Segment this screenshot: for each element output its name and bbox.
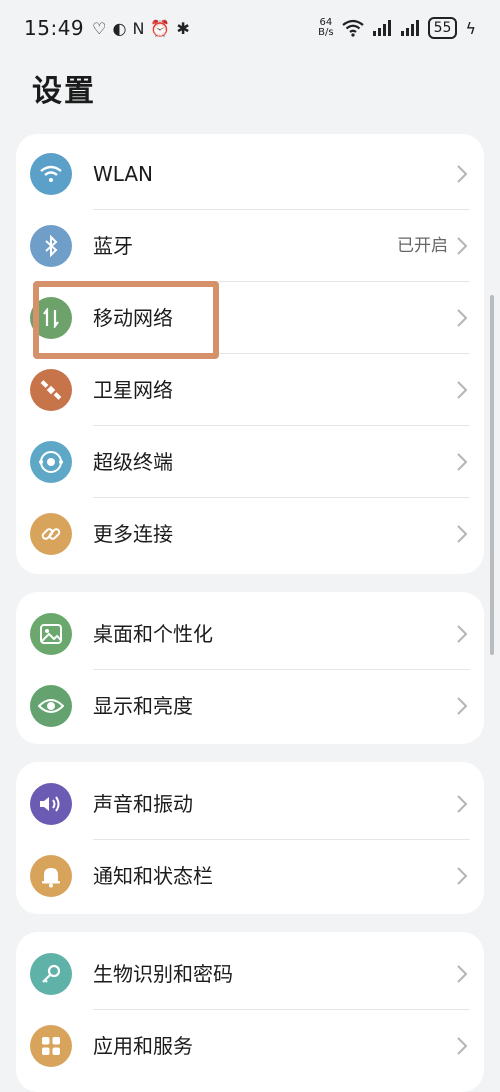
settings-item-wlan[interactable]: WLAN — [16, 138, 484, 210]
settings-group-display: 桌面和个性化 显示和亮度 — [16, 592, 484, 744]
status-right: 64 B/s 55 ϟ — [318, 17, 476, 39]
chevron-right-icon — [457, 381, 468, 399]
chevron-right-icon — [457, 309, 468, 327]
settings-item-label: 通知和状态栏 — [93, 864, 213, 888]
settings-item-label: 生物识别和密码 — [93, 962, 233, 986]
chevron-right-icon — [457, 525, 468, 543]
chevron-right-icon — [457, 1037, 468, 1055]
network-speed: 64 B/s — [318, 18, 333, 38]
settings-item-satellite-network[interactable]: 卫星网络 — [16, 354, 484, 426]
settings-item-notifications-status-bar[interactable]: 通知和状态栏 — [16, 840, 484, 912]
chevron-right-icon — [457, 453, 468, 471]
settings-item-mobile-network[interactable]: 移动网络 — [16, 282, 484, 354]
bluetooth-icon — [30, 225, 72, 267]
bluetooth-status-value: 已开启 — [397, 236, 448, 256]
notification-icons: ♡ ◐ N ⏰ ✱ — [92, 19, 190, 38]
battery-level: 55 — [427, 17, 458, 39]
bluetooth-status-icon: ✱ — [176, 18, 190, 38]
settings-item-super-device[interactable]: 超级终端 — [16, 426, 484, 498]
charging-icon: ϟ — [465, 18, 476, 38]
app-notification-icon: ◐ — [112, 18, 127, 38]
chevron-right-icon — [457, 795, 468, 813]
settings-item-label: WLAN — [93, 162, 154, 186]
settings-item-label: 显示和亮度 — [93, 694, 193, 718]
satellite-icon — [30, 369, 72, 411]
settings-item-label: 更多连接 — [93, 522, 173, 546]
alarm-icon: ⏰ — [150, 18, 171, 38]
settings-item-biometrics-password[interactable]: 生物识别和密码 — [16, 938, 484, 1010]
wifi-status-icon — [341, 19, 364, 37]
nfc-icon: N — [132, 18, 145, 38]
mobile-data-icon — [30, 297, 72, 339]
scrollbar[interactable] — [490, 295, 494, 655]
chevron-right-icon — [457, 165, 468, 183]
signal-icon-sim2 — [400, 20, 419, 36]
status-bar: 15:49 ♡ ◐ N ⏰ ✱ 64 B/s 55 ϟ — [0, 0, 500, 56]
chevron-right-icon — [457, 237, 468, 255]
settings-item-label: 声音和振动 — [93, 792, 193, 816]
network-speed-unit: B/s — [318, 27, 334, 38]
settings-item-sound-vibration[interactable]: 声音和振动 — [16, 768, 484, 840]
settings-item-label: 桌面和个性化 — [93, 622, 213, 646]
chevron-right-icon — [457, 697, 468, 715]
settings-item-bluetooth[interactable]: 蓝牙 已开启 — [16, 210, 484, 282]
settings-item-label: 移动网络 — [93, 306, 173, 330]
settings-item-label: 应用和服务 — [93, 1034, 193, 1058]
key-icon — [30, 953, 72, 995]
settings-item-home-screen-personalization[interactable]: 桌面和个性化 — [16, 598, 484, 670]
settings-item-apps-services[interactable]: 应用和服务 — [16, 1010, 484, 1082]
eye-icon — [30, 685, 72, 727]
chevron-right-icon — [457, 625, 468, 643]
signal-icon-sim1 — [372, 20, 391, 36]
chevron-right-icon — [457, 867, 468, 885]
settings-item-display-brightness[interactable]: 显示和亮度 — [16, 670, 484, 742]
wifi-icon — [30, 153, 72, 195]
chevron-right-icon — [457, 965, 468, 983]
settings-group-security-apps: 生物识别和密码 应用和服务 — [16, 932, 484, 1092]
status-time: 15:49 — [24, 16, 85, 40]
status-left: 15:49 ♡ ◐ N ⏰ ✱ — [24, 16, 190, 40]
apps-grid-icon — [30, 1025, 72, 1067]
link-icon — [30, 513, 72, 555]
settings-item-more-connections[interactable]: 更多连接 — [16, 498, 484, 570]
page-title: 设置 — [32, 74, 96, 109]
settings-group-connectivity: WLAN 蓝牙 已开启 移动网络 卫星网络 超级终端 更多连接 — [16, 134, 484, 574]
settings-item-label: 卫星网络 — [93, 378, 173, 402]
bell-icon — [30, 855, 72, 897]
settings-item-label: 超级终端 — [93, 450, 173, 474]
settings-group-sound-notifications: 声音和振动 通知和状态栏 — [16, 762, 484, 914]
speaker-icon — [30, 783, 72, 825]
image-icon — [30, 613, 72, 655]
settings-item-label: 蓝牙 — [93, 234, 133, 258]
super-device-icon — [30, 441, 72, 483]
heart-icon: ♡ — [92, 18, 107, 38]
